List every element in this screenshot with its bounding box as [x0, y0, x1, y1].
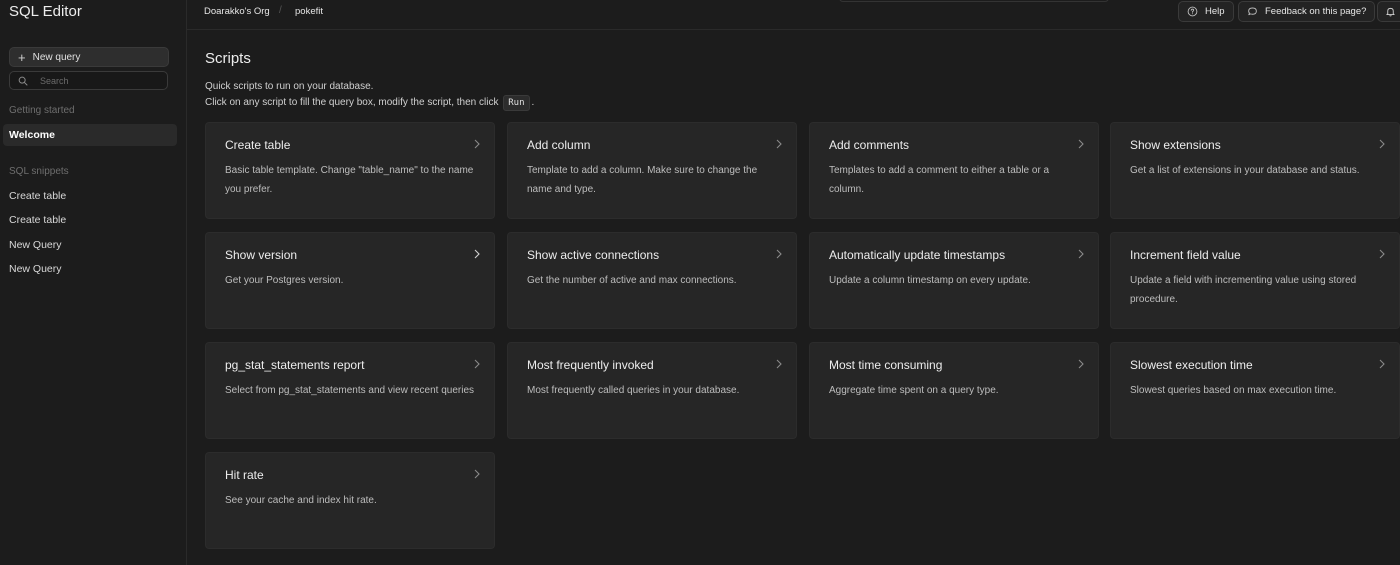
- card-title: Increment field value: [1130, 248, 1241, 262]
- script-card[interactable]: Create table Basic table template. Chang…: [205, 122, 495, 219]
- script-card[interactable]: Show active connections Get the number o…: [507, 232, 797, 329]
- help-icon: [1187, 6, 1198, 17]
- card-title: Hit rate: [225, 468, 264, 482]
- sidebar: SQL Editor + New query Getting started W…: [0, 0, 187, 565]
- card-description: Aggregate time spent on a query type.: [829, 385, 999, 396]
- snippet-item[interactable]: Create table: [3, 185, 177, 207]
- snippet-item[interactable]: Create table: [3, 209, 177, 231]
- script-card[interactable]: Add column Template to add a column. Mak…: [507, 122, 797, 219]
- snippet-item[interactable]: New Query: [3, 258, 177, 280]
- breadcrumb-separator: /: [279, 5, 282, 16]
- chevron-right-icon: [474, 469, 480, 479]
- script-card[interactable]: Show extensions Get a list of extensions…: [1110, 122, 1400, 219]
- card-description: Get your Postgres version.: [225, 275, 344, 286]
- search-icon: [18, 76, 28, 86]
- chevron-right-icon: [474, 139, 480, 149]
- card-description: Most frequently called queries in your d…: [527, 385, 740, 396]
- script-card[interactable]: Most frequently invoked Most frequently …: [507, 342, 797, 439]
- bell-icon: [1386, 7, 1395, 17]
- run-code-label: Run: [503, 95, 530, 111]
- script-card[interactable]: Show version Get your Postgres version.: [205, 232, 495, 329]
- script-card[interactable]: Most time consuming Aggregate time spent…: [809, 342, 1099, 439]
- chevron-right-icon: [1078, 359, 1084, 369]
- card-description: Templates to add a comment to either a t…: [829, 165, 1050, 195]
- top-bar: Doarakko's Org / pokefit Help Feedback o…: [187, 0, 1400, 30]
- card-title: Show extensions: [1130, 138, 1221, 152]
- card-title: Slowest execution time: [1130, 358, 1253, 372]
- card-title: Create table: [225, 138, 291, 152]
- card-title: pg_stat_statements report: [225, 358, 365, 372]
- sql-snippets-label: SQL snippets: [9, 166, 69, 177]
- search-input[interactable]: [40, 75, 160, 86]
- card-description: Slowest queries based on max execution t…: [1130, 385, 1337, 396]
- sidebar-item-welcome[interactable]: Welcome: [3, 124, 177, 146]
- card-description: Basic table template. Change "table_name…: [225, 165, 474, 195]
- script-card[interactable]: Hit rate See your cache and index hit ra…: [205, 452, 495, 549]
- card-description: Get the number of active and max connect…: [527, 275, 737, 286]
- card-description: Select from pg_stat_statements and view …: [225, 385, 475, 396]
- chat-bubble-icon: [1248, 7, 1257, 16]
- chevron-right-icon: [474, 249, 480, 259]
- getting-started-label: Getting started: [9, 105, 75, 116]
- card-title: Automatically update timestamps: [829, 248, 1006, 262]
- sidebar-title: SQL Editor: [9, 3, 82, 20]
- instructions-end: .: [531, 97, 535, 108]
- card-description: Get a list of extensions in your databas…: [1130, 165, 1360, 176]
- breadcrumb-project[interactable]: pokefit: [295, 6, 323, 17]
- chevron-right-icon: [1078, 139, 1084, 149]
- feedback-label: Feedback on this page?: [1265, 6, 1367, 17]
- help-button[interactable]: Help: [1178, 1, 1234, 22]
- chevron-right-icon: [1379, 139, 1385, 149]
- page-instructions: Click on any script to fill the query bo…: [205, 95, 534, 111]
- feedback-button[interactable]: Feedback on this page?: [1238, 1, 1376, 22]
- chevron-right-icon: [1379, 249, 1385, 259]
- script-card[interactable]: Add comments Templates to add a comment …: [809, 122, 1099, 219]
- chevron-right-icon: [776, 139, 782, 149]
- card-description: Update a column timestamp on every updat…: [829, 275, 1031, 286]
- notifications-button[interactable]: [1377, 1, 1400, 22]
- breadcrumb-org[interactable]: Doarakko's Org: [204, 6, 270, 17]
- new-query-label: New query: [32, 51, 81, 63]
- card-title: Most frequently invoked: [527, 358, 654, 372]
- new-query-button[interactable]: + New query: [9, 47, 169, 67]
- chevron-right-icon: [1379, 359, 1385, 369]
- card-description: See your cache and index hit rate.: [225, 495, 377, 506]
- chevron-right-icon: [776, 359, 782, 369]
- script-card[interactable]: pg_stat_statements report Select from pg…: [205, 342, 495, 439]
- chevron-right-icon: [474, 359, 480, 369]
- command-bar-edge: [839, 0, 1109, 2]
- page-description: Quick scripts to run on your database.: [205, 81, 374, 92]
- card-description: Template to add a column. Make sure to c…: [527, 165, 758, 195]
- plus-icon: +: [18, 49, 26, 65]
- script-card[interactable]: Automatically update timestamps Update a…: [809, 232, 1099, 329]
- card-title: Show version: [225, 248, 298, 262]
- search-field[interactable]: [9, 71, 168, 90]
- chevron-right-icon: [776, 249, 782, 259]
- app-root: SQL Editor + New query Getting started W…: [0, 0, 1400, 565]
- page-title: Scripts: [205, 50, 251, 67]
- card-description: Update a field with incrementing value u…: [1130, 275, 1357, 305]
- script-card[interactable]: Increment field value Update a field wit…: [1110, 232, 1400, 329]
- help-label: Help: [1205, 6, 1225, 17]
- card-title: Show active connections: [527, 248, 660, 262]
- card-title: Add comments: [829, 138, 910, 152]
- snippet-item[interactable]: New Query: [3, 234, 177, 256]
- card-title: Most time consuming: [829, 358, 943, 372]
- script-card[interactable]: Slowest execution time Slowest queries b…: [1110, 342, 1400, 439]
- chevron-right-icon: [1078, 249, 1084, 259]
- instructions-text: Click on any script to fill the query bo…: [205, 97, 499, 108]
- card-title: Add column: [527, 138, 591, 152]
